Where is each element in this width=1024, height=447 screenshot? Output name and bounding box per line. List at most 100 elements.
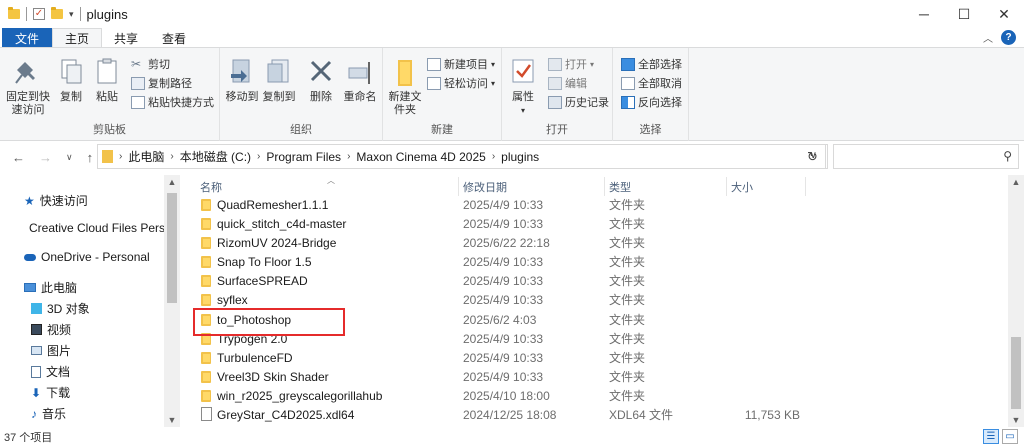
large-icons-view-icon[interactable]: ▭ [1002,429,1018,444]
breadcrumb-program-files[interactable]: Program Files [266,150,341,164]
column-header-date[interactable]: 修改日期 [463,179,507,195]
select-all-button[interactable]: 全部选择 [621,56,682,72]
properties-check-icon[interactable]: ✓ [33,8,45,20]
dropdown-arrow-icon: ▾ [520,106,525,115]
details-view-icon[interactable]: ☰ [983,429,999,444]
tab-file[interactable]: 文件 [2,28,53,48]
file-date: 2025/4/9 10:33 [463,292,544,307]
pin-quick-access-button[interactable]: 固定到快速访问 [4,56,52,117]
history-button[interactable]: 历史记录 [548,94,609,110]
column-divider[interactable] [805,177,806,196]
customize-dropdown-icon[interactable]: ▾ [69,9,74,20]
history-label: 历史记录 [565,97,609,109]
nav-item-onedrive[interactable]: OneDrive - Personal [24,250,150,264]
nav-pane-scrollbar[interactable]: ▲ ▼ [164,175,180,427]
file-row[interactable]: SurfaceSPREAD 2025/4/9 10:33 文件夹 [197,271,987,290]
minimize-button[interactable]: ─ [904,0,944,28]
breadcrumb-plugins[interactable]: plugins [501,150,539,164]
up-arrow-icon[interactable]: ↑ [87,150,94,165]
scrollbar-thumb[interactable] [1011,337,1021,409]
column-divider[interactable] [458,177,459,196]
nav-item-quick-access[interactable]: ★ 快速访问 [24,192,88,209]
folder-icon [201,275,211,287]
tab-view[interactable]: 查看 [150,28,198,48]
cut-button[interactable]: ✂ 剪切 [131,56,170,72]
nav-item-pictures[interactable]: 图片 [31,342,71,359]
new-folder-icon[interactable] [51,7,63,19]
file-row[interactable]: syflex 2025/4/9 10:33 文件夹 [197,290,987,309]
video-icon [31,324,42,335]
maximize-button[interactable]: ☐ [944,0,984,28]
close-button[interactable]: ✕ [984,0,1024,28]
column-header-size[interactable]: 大小 [731,179,753,195]
nav-item-music[interactable]: ♪ 音乐 [31,405,66,422]
properties-button[interactable]: 属性 ▾ [508,56,538,117]
nav-item-documents[interactable]: 文档 [31,363,70,380]
column-header-type[interactable]: 类型 [609,179,631,195]
breadcrumb-separator-icon[interactable]: › [170,151,173,162]
recent-locations-chevron-icon[interactable]: ∨ [66,152,73,163]
rename-label: 重命名 [343,91,377,103]
copy-path-button[interactable]: 复制路径 [131,75,192,91]
select-all-label: 全部选择 [638,59,682,71]
invert-selection-button[interactable]: 反向选择 [621,94,682,110]
back-arrow-icon[interactable]: ← [12,150,25,165]
scroll-down-arrow-icon[interactable]: ▼ [1008,415,1024,425]
new-item-button[interactable]: 新建项目 ▾ [427,56,495,72]
file-date: 2025/4/9 10:33 [463,273,544,288]
tab-home[interactable]: 主页 [52,28,103,48]
move-to-button[interactable]: 移动到 [224,56,260,104]
help-icon[interactable]: ? [1001,30,1016,45]
breadcrumb-separator-icon[interactable]: › [119,151,122,162]
breadcrumb-separator-icon[interactable]: › [257,151,260,162]
file-row[interactable]: RizomUV 2024-Bridge 2025/6/22 22:18 文件夹 [197,233,987,252]
file-name: win_r2025_greyscalegorillahub [217,388,383,403]
tab-share[interactable]: 共享 [102,28,150,48]
column-divider[interactable] [604,177,605,196]
scrollbar-thumb[interactable] [167,193,177,303]
nav-item-videos[interactable]: 视频 [31,321,71,338]
address-bar[interactable]: › 此电脑 › 本地磁盘 (C:) › Program Files › Maxo… [97,144,828,169]
file-row[interactable]: Vreel3D Skin Shader 2025/4/9 10:33 文件夹 [197,367,987,386]
scroll-down-arrow-icon[interactable]: ▼ [164,415,180,425]
folder-icon [201,256,211,268]
scroll-up-arrow-icon[interactable]: ▲ [1008,177,1024,187]
edit-button[interactable]: 编辑 [548,75,587,91]
paste-shortcut-button[interactable]: 粘贴快捷方式 [131,94,214,110]
rename-button[interactable]: 重命名 [340,56,380,104]
breadcrumb-separator-icon[interactable]: › [347,151,350,162]
new-folder-button[interactable]: 新建文件夹 [387,56,423,117]
scroll-up-arrow-icon[interactable]: ▲ [164,177,180,187]
forward-arrow-icon[interactable]: → [39,150,52,165]
breadcrumb-local-disk[interactable]: 本地磁盘 (C:) [180,148,251,165]
nav-item-downloads[interactable]: ⬇ 下载 [31,384,70,401]
open-button[interactable]: 打开 ▾ [548,56,594,72]
title-bar: ✓ ▾ plugins ─ ☐ ✕ [0,0,1024,28]
copy-to-button[interactable]: 复制到 [261,56,297,104]
copy-button[interactable]: 复制 [56,56,86,104]
file-date: 2025/4/9 10:33 [463,216,544,231]
file-row[interactable]: win_r2025_greyscalegorillahub 2025/4/10 … [197,386,987,405]
file-row[interactable]: TurbulenceFD 2025/4/9 10:33 文件夹 [197,348,987,367]
collapse-ribbon-chevron-icon[interactable]: ︿ [983,30,993,45]
delete-button[interactable]: 删除 [306,56,336,104]
breadcrumb-this-pc[interactable]: 此电脑 [128,148,164,165]
refresh-button[interactable]: ↻ [800,144,826,169]
search-input[interactable]: ⚲ [833,144,1019,169]
file-row[interactable]: quick_stitch_c4d-master 2025/4/9 10:33 文… [197,214,987,233]
file-row[interactable]: Snap To Floor 1.5 2025/4/9 10:33 文件夹 [197,252,987,271]
breadcrumb-separator-icon[interactable]: › [492,151,495,162]
breadcrumb-cinema4d[interactable]: Maxon Cinema 4D 2025 [356,150,485,164]
file-row[interactable]: GreyStar_C4D2025.xdl64 2024/12/25 18:08 … [197,405,987,424]
file-list-scrollbar[interactable]: ▲ ▼ [1008,175,1024,427]
select-none-button[interactable]: 全部取消 [621,75,682,91]
easy-access-button[interactable]: 轻松访问 ▾ [427,75,495,91]
select-group: 全部选择 全部取消 反向选择 选择 [613,48,689,141]
column-divider[interactable] [726,177,727,196]
nav-item-this-pc[interactable]: 此电脑 [24,279,77,296]
column-header-name[interactable]: 名称 [200,179,222,195]
nav-item-creative-cloud[interactable]: Creative Cloud Files Pers [24,221,164,235]
file-row[interactable]: QuadRemesher1.1.1 2025/4/9 10:33 文件夹 [197,195,987,214]
paste-button[interactable]: 粘贴 [92,56,122,104]
nav-item-3d-objects[interactable]: 3D 对象 [31,300,90,317]
